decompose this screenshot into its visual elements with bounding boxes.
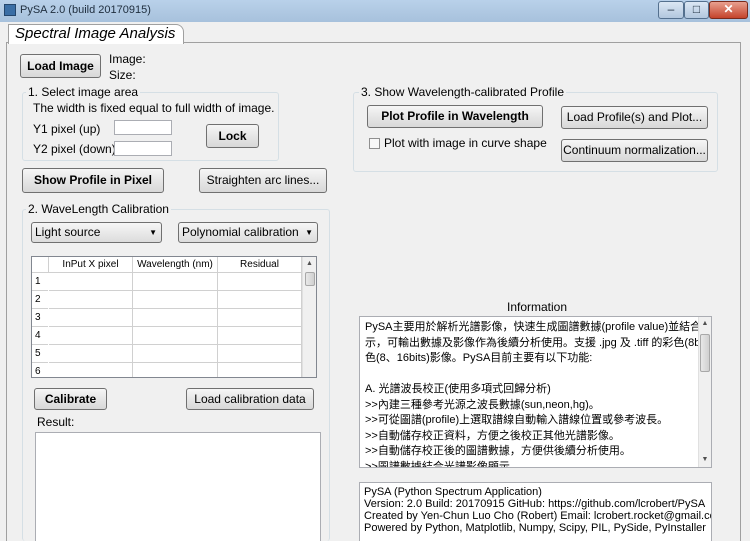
- about-line: Version: 2.0 Build: 20170915 GitHub: htt…: [364, 498, 706, 510]
- table-cell[interactable]: [49, 327, 133, 345]
- information-title: Information: [507, 300, 568, 314]
- light-source-select[interactable]: Light source ▼: [31, 222, 162, 243]
- scroll-up-icon[interactable]: ▲: [699, 317, 711, 331]
- select-area-note: The width is fixed equal to full width o…: [33, 101, 275, 115]
- image-label: Image:: [109, 52, 146, 66]
- row-header: 5: [32, 345, 48, 363]
- row-header: 2: [32, 291, 48, 309]
- table-cell[interactable]: [133, 309, 218, 327]
- window-title: PySA 2.0 (build 20170915): [20, 4, 151, 16]
- y2-input[interactable]: [114, 141, 172, 156]
- close-button[interactable]: ✕: [709, 1, 748, 19]
- scroll-thumb[interactable]: [700, 334, 710, 372]
- size-label: Size:: [109, 68, 136, 82]
- column-header-input-x[interactable]: InPut X pixel: [49, 257, 133, 273]
- curve-shape-label: Plot with image in curve shape: [384, 136, 547, 150]
- about-line: Powered by Python, Matplotlib, Numpy, Sc…: [364, 522, 706, 534]
- show-wavelength-title: 3. Show Wavelength-calibrated Profile: [359, 85, 566, 99]
- table-cell[interactable]: [133, 291, 218, 309]
- select-area-title: 1. Select image area: [26, 85, 141, 99]
- column-header-wavelength[interactable]: Wavelength (nm): [133, 257, 218, 273]
- app-icon: [4, 4, 16, 16]
- table-scrollbar[interactable]: ▲: [302, 257, 316, 377]
- row-header: 3: [32, 309, 48, 327]
- information-line: >>圖譜數據結合光譜影像顯示。: [365, 460, 521, 468]
- calibration-method-value: Polynomial calibration: [182, 225, 299, 239]
- table-cell[interactable]: [218, 273, 302, 291]
- scroll-down-icon[interactable]: ▼: [699, 453, 711, 467]
- calibration-table[interactable]: InPut X pixel Wavelength (nm) Residual 1…: [31, 256, 317, 378]
- information-line: >>自動儲存校正後的圖譜數據，方便供後續分析使用。: [365, 445, 631, 457]
- scroll-up-icon[interactable]: ▲: [303, 257, 316, 271]
- load-calibration-data-button[interactable]: Load calibration data: [186, 388, 314, 410]
- information-line: 示，可輸出數據及影像作為後續分析使用。支援 .jpg 及 .tiff 的彩色(8…: [365, 336, 712, 349]
- information-text: PySA主要用於解析光譜影像，快速生成圖譜數據(profile value)並結…: [359, 316, 712, 468]
- calibration-title: 2. WaveLength Calibration: [26, 202, 171, 216]
- result-output: [35, 432, 321, 541]
- scroll-thumb[interactable]: [305, 272, 315, 286]
- show-profile-pixel-button[interactable]: Show Profile in Pixel: [22, 168, 164, 193]
- lock-button[interactable]: Lock: [206, 124, 259, 148]
- table-cell[interactable]: [133, 345, 218, 363]
- chevron-down-icon: ▼: [305, 228, 313, 237]
- plot-profile-wavelength-button[interactable]: Plot Profile in Wavelength: [367, 105, 543, 128]
- information-scrollbar[interactable]: ▲ ▼: [698, 317, 711, 467]
- row-header: 6: [32, 363, 48, 377]
- continuum-normalization-button[interactable]: Continuum normalization...: [561, 139, 708, 162]
- straighten-arc-button[interactable]: Straighten arc lines...: [199, 168, 327, 193]
- information-line: A. 光譜波長校正(使用多項式回歸分析): [365, 383, 551, 395]
- table-cell[interactable]: [49, 273, 133, 291]
- column-header-residual[interactable]: Residual: [218, 257, 302, 273]
- y1-label: Y1 pixel (up): [33, 122, 101, 136]
- light-source-value: Light source: [35, 225, 101, 239]
- y1-input[interactable]: [114, 120, 172, 135]
- chevron-down-icon: ▼: [149, 228, 157, 237]
- row-header: 4: [32, 327, 48, 345]
- about-panel: PySA (Python Spectrum Application) Versi…: [359, 482, 712, 541]
- table-corner: [32, 257, 49, 273]
- table-cell[interactable]: [49, 291, 133, 309]
- maximize-button[interactable]: □: [684, 1, 709, 19]
- information-line: >>內建三種參考光源之波長數據(sun,neon,hg)。: [365, 398, 600, 411]
- table-cell[interactable]: [49, 345, 133, 363]
- minimize-button[interactable]: –: [658, 1, 684, 19]
- row-header: 1: [32, 273, 48, 291]
- load-profiles-plot-button[interactable]: Load Profile(s) and Plot...: [561, 106, 708, 129]
- table-cell[interactable]: [218, 309, 302, 327]
- table-cell[interactable]: [49, 309, 133, 327]
- table-cell[interactable]: [218, 327, 302, 345]
- table-cell[interactable]: [49, 363, 133, 377]
- table-cell[interactable]: [218, 345, 302, 363]
- information-line: [365, 367, 700, 383]
- calibration-method-select[interactable]: Polynomial calibration ▼: [178, 222, 318, 243]
- curve-shape-checkbox[interactable]: [369, 138, 380, 149]
- about-line: PySA (Python Spectrum Application): [364, 486, 542, 498]
- information-line: >>自動儲存校正資料，方便之後校正其他光譜影像。: [365, 429, 620, 442]
- y2-label: Y2 pixel (down): [33, 142, 116, 156]
- table-cell[interactable]: [133, 273, 218, 291]
- load-image-button[interactable]: Load Image: [20, 54, 101, 78]
- table-cell[interactable]: [218, 363, 302, 377]
- about-line: Created by Yen-Chun Luo Cho (Robert) Ema…: [364, 510, 712, 522]
- calibrate-button[interactable]: Calibrate: [34, 388, 107, 410]
- information-line: PySA主要用於解析光譜影像，快速生成圖譜數據(profile value)並結…: [365, 321, 712, 333]
- table-cell[interactable]: [218, 291, 302, 309]
- information-line: >>可從圖譜(profile)上選取譜線自動輸入譜線位置或參考波長。: [365, 414, 669, 426]
- result-label: Result:: [37, 415, 75, 429]
- table-cell[interactable]: [133, 327, 218, 345]
- tab-spectral-image-analysis[interactable]: Spectral Image Analysis: [8, 24, 184, 44]
- information-line: 色(8、16bits)影像。PySA目前主要有以下功能:: [365, 352, 593, 364]
- table-cell[interactable]: [133, 363, 218, 377]
